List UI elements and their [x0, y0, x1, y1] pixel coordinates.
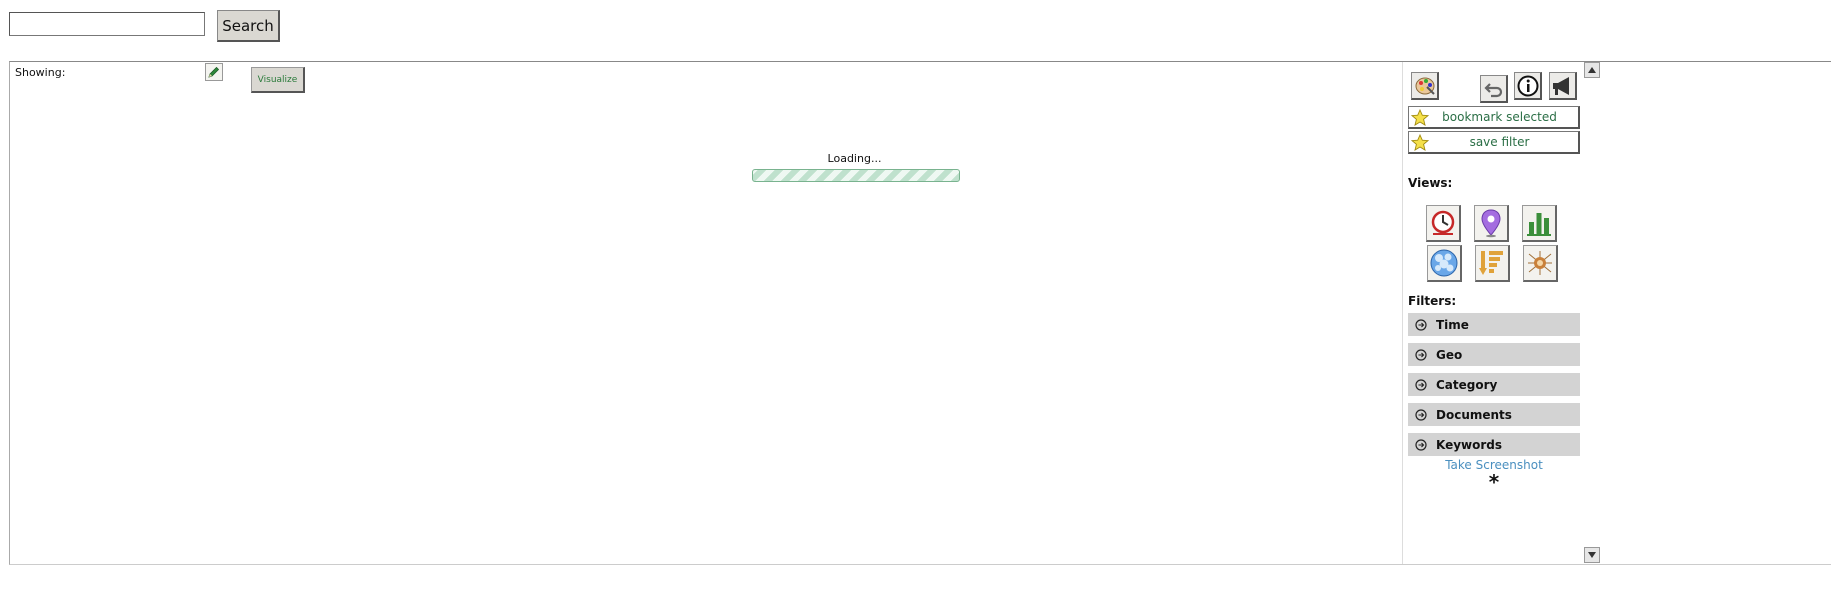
megaphone-icon [1552, 76, 1569, 95]
filters-heading: Filters: [1408, 294, 1457, 308]
showing-label: Showing: [15, 66, 66, 79]
timeline-view-button[interactable] [1426, 205, 1461, 242]
palette-button[interactable] [1411, 72, 1439, 100]
filter-label: Geo [1436, 347, 1463, 362]
map-view-button[interactable] [1474, 205, 1509, 242]
filter-label: Time [1436, 317, 1469, 332]
tag-cloud-view-button[interactable] [1427, 245, 1462, 282]
expand-circle-icon [1415, 378, 1427, 391]
sorted-list-view-button[interactable] [1475, 245, 1510, 282]
edit-button[interactable] [205, 63, 223, 81]
timeline-view-icon [1431, 210, 1455, 235]
views-heading: Views: [1408, 176, 1453, 190]
tag-cloud-view-icon [1430, 249, 1458, 277]
filter-label: Category [1436, 377, 1498, 392]
bar-chart-view-icon [1527, 213, 1551, 236]
filter-keywords[interactable]: Keywords [1408, 433, 1580, 456]
star-icon [1409, 107, 1431, 127]
pencil-icon [208, 66, 220, 78]
scroll-up-arrow[interactable] [1584, 62, 1600, 78]
triangle-up-icon [1588, 67, 1596, 73]
scroll-down-arrow[interactable] [1584, 547, 1600, 563]
info-button[interactable] [1514, 72, 1542, 100]
undo-icon [1483, 82, 1502, 97]
triangle-down-icon [1588, 552, 1596, 558]
map-view-icon [1481, 209, 1501, 238]
expand-circle-icon [1415, 408, 1427, 421]
loading-text: Loading... [827, 152, 882, 165]
info-icon [1517, 75, 1538, 96]
loading-progress-bar [752, 169, 960, 182]
visualize-button[interactable]: Visualize [251, 67, 305, 93]
asterisk-marker: * [1488, 470, 1500, 494]
panel-divider [1402, 62, 1403, 564]
filter-category[interactable]: Category [1408, 373, 1580, 396]
save-filter-label: save filter [1469, 135, 1530, 149]
bookmark-selected-label: bookmark selected [1442, 110, 1557, 124]
save-filter-button[interactable]: save filter [1408, 131, 1580, 154]
filter-geo[interactable]: Geo [1408, 343, 1580, 366]
filter-label: Documents [1436, 407, 1512, 422]
palette-icon [1415, 77, 1435, 95]
announce-button[interactable] [1549, 72, 1577, 100]
bookmark-selected-button[interactable]: bookmark selected [1408, 106, 1580, 129]
sorted-list-view-icon [1479, 251, 1503, 275]
search-input[interactable] [9, 12, 205, 36]
undo-button[interactable] [1480, 75, 1508, 103]
network-view-icon [1528, 251, 1552, 275]
expand-circle-icon [1415, 438, 1427, 451]
star-icon [1409, 132, 1431, 152]
filter-label: Keywords [1436, 437, 1503, 452]
filter-documents[interactable]: Documents [1408, 403, 1580, 426]
search-button[interactable]: Search [217, 10, 280, 42]
network-view-button[interactable] [1523, 245, 1558, 282]
expand-circle-icon [1415, 318, 1427, 331]
expand-circle-icon [1415, 348, 1427, 361]
bar-chart-view-button[interactable] [1522, 205, 1557, 242]
filter-time[interactable]: Time [1408, 313, 1580, 336]
